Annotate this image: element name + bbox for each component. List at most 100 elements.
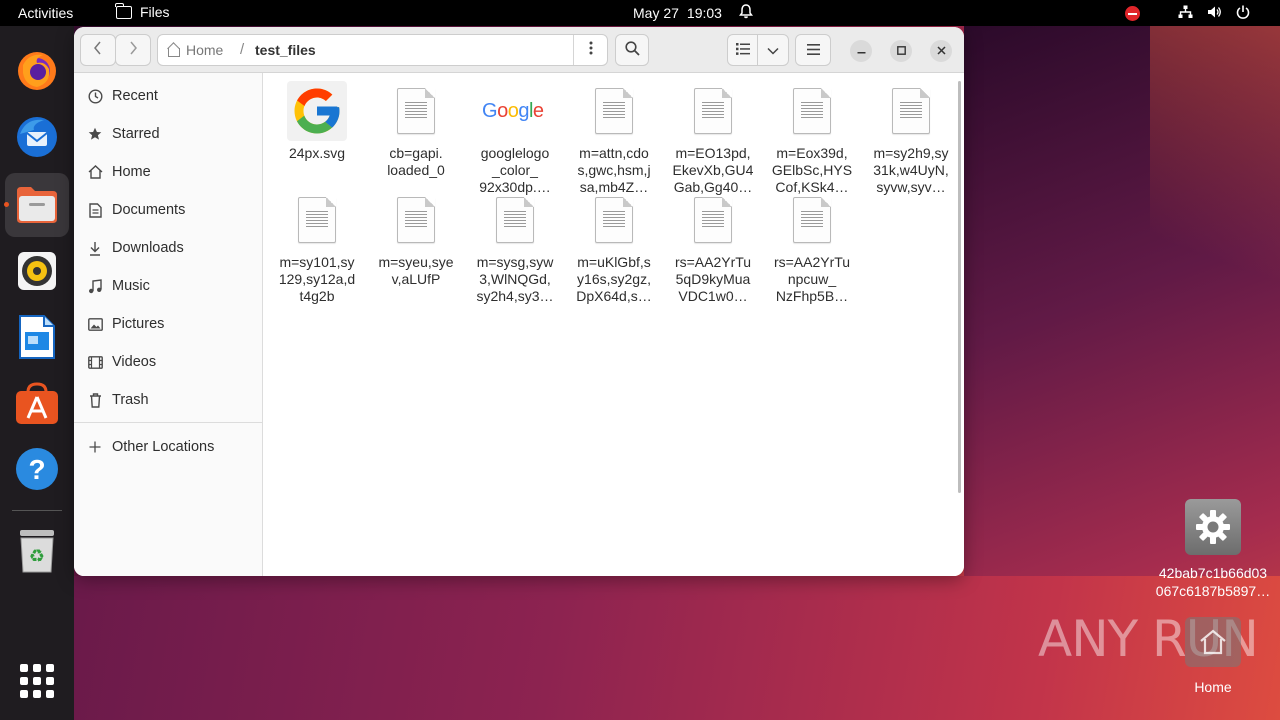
sidebar-item-label: Videos xyxy=(112,354,157,370)
close-button[interactable] xyxy=(930,40,952,62)
clock-time: 19:03 xyxy=(686,5,722,21)
file-name: m=attn,cdo s,gwc,hsm,j sa,mb4Z… xyxy=(577,145,651,195)
file-name: m=sy2h9,sy 31k,w4UyN, syvw,syv… xyxy=(873,145,949,195)
sidebar-item-label: Downloads xyxy=(112,240,184,256)
chevron-left-icon xyxy=(93,41,103,59)
sidebar-divider xyxy=(74,422,262,423)
bell-icon[interactable] xyxy=(739,4,753,22)
sidebar: Recent Starred Home Documents Downloads … xyxy=(74,73,263,576)
file-item[interactable]: m=Eox39d, GElbSc,HYS Cof,KSk4… xyxy=(768,81,856,196)
libreoffice-writer-icon[interactable] xyxy=(14,314,60,360)
sidebar-item-home[interactable]: Home xyxy=(74,153,262,191)
file-item[interactable]: m=uKlGbf,s y16s,sy2gz, DpX64d,s… xyxy=(570,190,658,305)
view-options-button[interactable] xyxy=(758,35,788,65)
files-icon[interactable] xyxy=(14,182,60,228)
text-file-icon xyxy=(487,190,543,250)
rhythmbox-icon[interactable] xyxy=(14,248,60,294)
google-logo-icon: Google xyxy=(473,81,557,141)
text-file-icon xyxy=(784,81,840,141)
file-item[interactable]: m=EO13pd, EkevXb,GU4 Gab,Gg40… xyxy=(669,81,757,196)
trash-icon xyxy=(87,392,103,408)
sidebar-item-other-locations[interactable]: Other Locations xyxy=(74,428,262,466)
help-icon[interactable]: ? xyxy=(14,446,60,492)
sidebar-item-label: Documents xyxy=(112,202,186,218)
file-name: m=sy101,sy 129,sy12a,d t4g2b xyxy=(278,254,356,304)
trash-icon[interactable]: ♻ xyxy=(14,528,60,574)
file-name: 24px.svg xyxy=(288,145,346,161)
path-home-button[interactable]: Home xyxy=(166,42,223,58)
sidebar-item-label: Pictures xyxy=(112,316,165,332)
sidebar-item-videos[interactable]: Videos xyxy=(74,343,262,381)
app-name: Files xyxy=(140,4,170,20)
sidebar-item-pictures[interactable]: Pictures xyxy=(74,305,262,343)
home-icon xyxy=(166,43,180,57)
network-icon[interactable] xyxy=(1178,5,1193,22)
sidebar-item-label: Music xyxy=(112,278,150,294)
wallpaper-highlight xyxy=(1150,26,1280,346)
file-name: m=syeu,sye v,aLUfP xyxy=(378,254,454,287)
text-file-icon xyxy=(586,190,642,250)
firefox-icon[interactable] xyxy=(14,48,60,94)
desktop-home[interactable]: Home xyxy=(1183,617,1243,695)
main-menu-button[interactable] xyxy=(795,34,831,66)
text-file-icon xyxy=(586,81,642,141)
app-center-icon[interactable] xyxy=(14,380,60,426)
app-menu[interactable]: Files xyxy=(115,2,170,20)
file-grid: 24px.svg cb=gapi. loaded_0 Google google… xyxy=(263,73,964,576)
sidebar-item-label: Other Locations xyxy=(112,439,215,455)
scrollbar[interactable] xyxy=(958,81,961,493)
file-item[interactable]: cb=gapi. loaded_0 xyxy=(372,81,460,179)
header-bar: Home / test_files xyxy=(74,27,964,73)
dock: ? ♻ xyxy=(0,26,74,720)
minimize-icon xyxy=(857,44,866,58)
running-indicator xyxy=(4,202,9,207)
desktop-home-label: Home xyxy=(1194,679,1232,695)
minimize-button[interactable] xyxy=(850,40,872,62)
power-icon[interactable] xyxy=(1236,5,1250,22)
clock[interactable]: May 27 19:03 xyxy=(633,5,722,21)
file-name: m=EO13pd, EkevXb,GU4 Gab,Gg40… xyxy=(672,145,754,195)
sidebar-item-label: Trash xyxy=(112,392,149,408)
file-item[interactable]: m=sy2h9,sy 31k,w4UyN, syvw,syv… xyxy=(867,81,955,196)
file-item[interactable]: Google googlelogo _color_ 92x30dp.… xyxy=(471,81,559,196)
path-menu-button[interactable] xyxy=(574,35,608,65)
list-view-button[interactable] xyxy=(728,35,758,65)
sidebar-item-label: Starred xyxy=(112,126,160,142)
text-file-icon xyxy=(784,190,840,250)
text-file-icon xyxy=(388,190,444,250)
forward-button[interactable] xyxy=(115,34,151,66)
file-item[interactable]: rs=AA2YrTu 5qD9kyMua VDC1w0… xyxy=(669,190,757,305)
activities-button[interactable]: Activities xyxy=(18,5,73,21)
file-item[interactable]: m=syeu,sye v,aLUfP xyxy=(372,190,460,288)
volume-icon[interactable] xyxy=(1207,5,1222,22)
system-tray[interactable] xyxy=(1125,5,1250,22)
sidebar-item-trash[interactable]: Trash xyxy=(74,381,262,419)
sidebar-item-music[interactable]: Music xyxy=(74,267,262,305)
text-file-icon xyxy=(685,190,741,250)
search-icon xyxy=(624,40,640,60)
chevron-down-icon xyxy=(767,42,779,59)
show-apps-icon[interactable] xyxy=(20,664,54,698)
file-item[interactable]: m=attn,cdo s,gwc,hsm,j sa,mb4Z… xyxy=(570,81,658,196)
file-item[interactable]: m=sysg,syw 3,WlNQGd, sy2h4,sy3… xyxy=(471,190,559,305)
path-separator: / xyxy=(240,41,245,58)
sidebar-item-downloads[interactable]: Downloads xyxy=(74,229,262,267)
recording-indicator-icon[interactable] xyxy=(1125,6,1140,21)
file-item[interactable]: 24px.svg xyxy=(273,81,361,162)
file-name: m=sysg,syw 3,WlNQGd, sy2h4,sy3… xyxy=(476,254,554,304)
path-home-label: Home xyxy=(186,42,224,58)
thunderbird-icon[interactable] xyxy=(14,114,60,160)
path-current-folder[interactable]: test_files xyxy=(255,42,316,58)
file-item[interactable]: m=sy101,sy 129,sy12a,d t4g2b xyxy=(273,190,361,305)
sidebar-item-recent[interactable]: Recent xyxy=(74,77,262,115)
sidebar-item-starred[interactable]: Starred xyxy=(74,115,262,153)
file-item[interactable]: rs=AA2YrTu npcuw_ NzFhp5B… xyxy=(768,190,856,305)
desktop-file[interactable]: 42bab7c1b66d03 067c6187b5897… xyxy=(1148,499,1278,600)
download-icon xyxy=(87,240,103,256)
search-button[interactable] xyxy=(615,34,649,66)
maximize-button[interactable] xyxy=(890,40,912,62)
sidebar-item-documents[interactable]: Documents xyxy=(74,191,262,229)
back-button[interactable] xyxy=(80,34,116,66)
list-view-icon xyxy=(735,42,750,59)
path-bar[interactable]: Home / test_files xyxy=(157,34,608,66)
